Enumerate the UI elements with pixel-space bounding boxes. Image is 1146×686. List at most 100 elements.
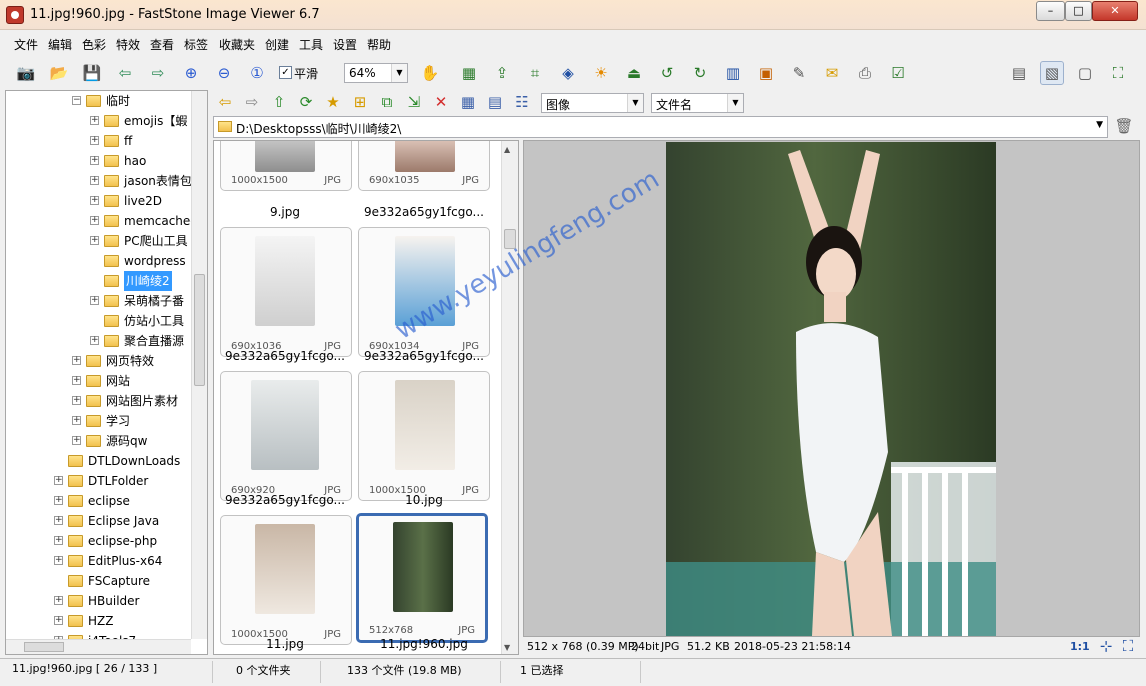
sort-combo[interactable]: 文件名 ▼ — [651, 93, 744, 113]
menu-favorites[interactable]: 收藏夹 — [219, 36, 255, 53]
new-folder-icon[interactable]: ⊞ — [348, 90, 372, 114]
menu-edit[interactable]: 编辑 — [48, 36, 72, 53]
batch-icon[interactable]: ☑ — [886, 61, 910, 85]
menu-view[interactable]: 查看 — [150, 36, 174, 53]
scroll-thumb[interactable] — [194, 274, 205, 386]
email-icon[interactable]: ✉ — [820, 61, 844, 85]
rotate-left-icon[interactable]: ↺ — [655, 61, 679, 85]
refresh-icon[interactable]: ⟳ — [294, 90, 318, 114]
delete-icon[interactable]: ✕ — [429, 90, 453, 114]
folder-icon — [68, 575, 83, 587]
fullscreen-icon[interactable]: ⛶ — [1106, 61, 1130, 85]
trash-icon[interactable]: 🗑 — [1112, 114, 1136, 138]
close-button[interactable]: ✕ — [1092, 1, 1138, 21]
thumbnail-scrollbar[interactable]: ▲ ▼ — [501, 141, 518, 654]
list-view-icon[interactable]: ▤ — [483, 90, 507, 114]
save-icon[interactable]: 💾 — [80, 61, 104, 85]
stamp-icon[interactable]: ⏏ — [622, 61, 646, 85]
scroll-up-icon[interactable]: ▲ — [504, 145, 510, 154]
folder-icon — [68, 515, 83, 527]
view-combo[interactable]: 图像 ▼ — [541, 93, 644, 113]
zoom-combo[interactable]: 64% ▼ — [344, 63, 408, 83]
menu-create[interactable]: 创建 — [265, 36, 289, 53]
smooth-checkbox[interactable]: ✓ — [279, 66, 292, 79]
camera-icon[interactable]: 📷 — [14, 61, 38, 85]
hscroll-thumb[interactable] — [24, 642, 64, 652]
layout-preview-icon[interactable]: ▧ — [1040, 61, 1064, 85]
expand-icon[interactable]: ⛶ — [1116, 636, 1140, 656]
thumbnail-card[interactable]: 690x1035 JPG — [358, 141, 490, 191]
tree-scrollbar[interactable] — [191, 91, 207, 639]
scroll-down-icon[interactable]: ▼ — [504, 643, 510, 652]
menu-tags[interactable]: 标签 — [184, 36, 208, 53]
status-separator — [500, 661, 501, 683]
status-separator — [212, 661, 213, 683]
thumbnail-card[interactable]: 1000x1500 JPG — [358, 371, 490, 501]
thumbnail-card-selected[interactable]: 512x768 JPG — [356, 513, 488, 643]
status-files: 133 个文件 (19.8 MB) — [347, 664, 462, 677]
draw-icon[interactable]: ✎ — [787, 61, 811, 85]
brightness-icon[interactable]: ☀ — [589, 61, 613, 85]
thumbnail-caption: 9e332a65gy1fcgo... — [364, 205, 484, 219]
copy-to-icon[interactable]: ⧉ — [375, 90, 399, 114]
fit-window-icon[interactable]: ⊹ — [1094, 636, 1118, 656]
folder-icon — [218, 121, 232, 132]
minimize-button[interactable]: – — [1036, 1, 1065, 21]
previous-icon[interactable]: ⇦ — [113, 61, 137, 85]
rotate-right-icon[interactable]: ↻ — [688, 61, 712, 85]
layout-browser-icon[interactable]: ▤ — [1007, 61, 1031, 85]
thumbnail-caption: 10.jpg — [405, 493, 443, 507]
thumbnail-browser[interactable]: 1000x1500 JPG 9.jpg 690x1035 JPG 9e332a65g… — [213, 140, 519, 655]
zoom-ratio[interactable]: 1:1 — [1070, 640, 1090, 653]
thumbnail-card[interactable]: 1000x1500 JPG — [220, 515, 352, 645]
crop-icon[interactable]: ⌗ — [523, 61, 547, 85]
open-folder-icon[interactable]: 📂 — [47, 61, 71, 85]
folder-tree[interactable]: − 临时 + emojis【蝦 + ff + hao + jason表情包 + live2D… — [5, 90, 208, 655]
folder-icon — [104, 115, 119, 127]
status-separator — [320, 661, 321, 683]
chevron-down-icon: ▼ — [627, 94, 643, 112]
slideshow-icon[interactable]: ▦ — [457, 61, 481, 85]
title-bar: 11.jpg!960.jpg - FastStone Image Viewer … — [0, 0, 1146, 30]
tree-hscrollbar[interactable] — [6, 639, 191, 654]
levels-icon[interactable]: ▥ — [721, 61, 745, 85]
folder-icon — [68, 455, 83, 467]
folder-icon — [86, 415, 101, 427]
thumbnails-view-icon[interactable]: ▦ — [456, 90, 480, 114]
maximize-button[interactable]: □ — [1065, 1, 1092, 21]
zoom-in-icon[interactable]: ⊕ — [179, 61, 203, 85]
thumbnail-card[interactable]: 690x920 JPG — [220, 371, 352, 501]
color-balance-icon[interactable]: ◈ — [556, 61, 580, 85]
menu-tools[interactable]: 工具 — [299, 36, 323, 53]
folder-icon — [86, 355, 101, 367]
resize-icon[interactable]: ▣ — [754, 61, 778, 85]
thumbnail-card[interactable]: 1000x1500 JPG — [220, 141, 352, 191]
layout-single-icon[interactable]: ▢ — [1073, 61, 1097, 85]
path-combo[interactable]: D:\Desktopsss\临时\川崎绫2\ ▼ — [213, 116, 1108, 138]
main-toolbar: 📷 📂 💾 ⇦ ⇨ ⊕ ⊖ ① ✓ 平滑 64% ▼ ✋ ▦ ⇪ ⌗ ◈ ☀ ⏏ … — [0, 58, 1146, 88]
zoom-out-icon[interactable]: ⊖ — [212, 61, 236, 85]
menu-help[interactable]: 帮助 — [367, 36, 391, 53]
menu-effects[interactable]: 特效 — [116, 36, 140, 53]
print-icon[interactable]: ⎙ — [853, 61, 877, 85]
folder-icon — [104, 215, 119, 227]
hand-tool-icon[interactable]: ✋ — [418, 61, 442, 85]
menu-color[interactable]: 色彩 — [82, 36, 106, 53]
forward-arrow-icon[interactable]: ⇨ — [240, 90, 264, 114]
move-to-icon[interactable]: ⇲ — [402, 90, 426, 114]
favorites-icon[interactable]: ★ — [321, 90, 345, 114]
up-folder-icon[interactable]: ⇧ — [267, 90, 291, 114]
thumbnail-caption: 11.jpg!960.jpg — [380, 637, 468, 651]
folder-icon — [68, 475, 83, 487]
actual-size-icon[interactable]: ① — [245, 61, 269, 85]
details-view-icon[interactable]: ☷ — [510, 90, 534, 114]
menu-bar: 文件 编辑 色彩 特效 查看 标签 收藏夹 创建 工具 设置 帮助 — [0, 33, 1146, 55]
thumbnail-caption: 11.jpg — [266, 637, 304, 651]
thumbnail-caption: 9e332a65gy1fcgo... — [364, 349, 484, 363]
export-icon[interactable]: ⇪ — [490, 61, 514, 85]
thumbnail-card[interactable]: 690x1036 JPG — [220, 227, 352, 357]
back-arrow-icon[interactable]: ⇦ — [213, 90, 237, 114]
menu-file[interactable]: 文件 — [14, 36, 38, 53]
menu-settings[interactable]: 设置 — [333, 36, 357, 53]
next-icon[interactable]: ⇨ — [146, 61, 170, 85]
